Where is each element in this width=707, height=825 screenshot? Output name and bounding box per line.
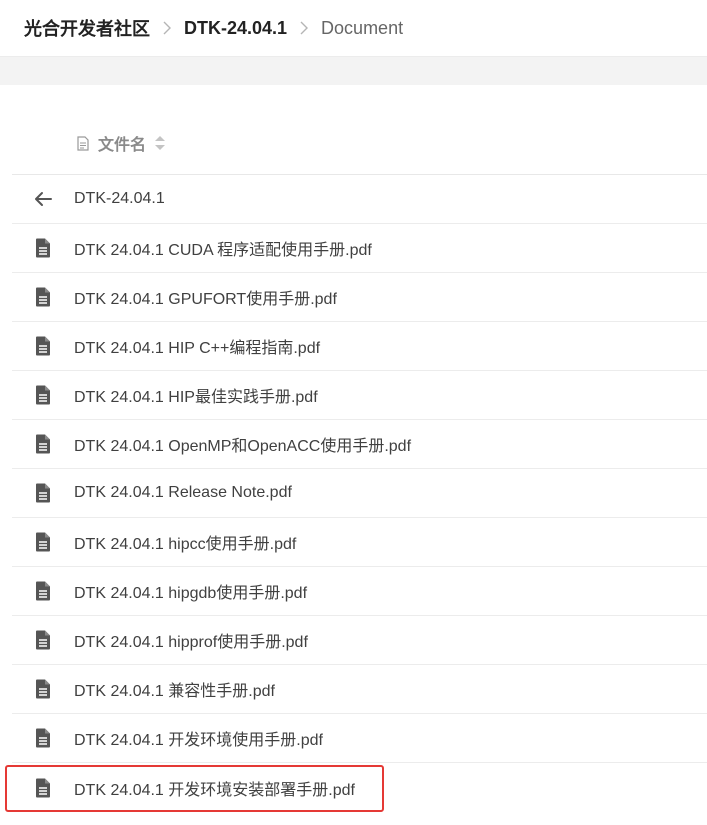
file-text-icon: [12, 581, 74, 601]
file-row[interactable]: DTK 24.04.1 hipprof使用手册.pdf: [12, 616, 707, 665]
file-list: 文件名 DTK-24.04.1 DTK 24.04.1 CUDA 程序适配使用手…: [12, 112, 707, 812]
breadcrumb-site-link[interactable]: 光合开发者社区: [24, 15, 150, 41]
file-row[interactable]: DTK 24.04.1 HIP C++编程指南.pdf: [12, 322, 707, 371]
file-text-icon: [12, 728, 74, 748]
file-row[interactable]: DTK 24.04.1 兼容性手册.pdf: [12, 665, 707, 714]
parent-folder-label[interactable]: DTK-24.04.1: [74, 190, 165, 208]
file-row[interactable]: DTK 24.04.1 开发环境使用手册.pdf: [12, 714, 707, 763]
file-row[interactable]: DTK 24.04.1 hipcc使用手册.pdf: [12, 518, 707, 567]
chevron-right-icon: [287, 19, 321, 37]
chevron-right-icon: [150, 19, 184, 37]
toolbar-band: [0, 56, 707, 85]
column-header-name[interactable]: 文件名: [12, 112, 707, 175]
file-row[interactable]: DTK 24.04.1 OpenMP和OpenACC使用手册.pdf: [12, 420, 707, 469]
sort-icon[interactable]: [154, 134, 166, 152]
breadcrumb: 光合开发者社区 DTK-24.04.1 Document: [0, 0, 707, 56]
file-text-icon: [12, 483, 74, 503]
file-name-link[interactable]: DTK 24.04.1 兼容性手册.pdf: [74, 677, 275, 701]
column-header-label: 文件名: [98, 137, 147, 154]
file-row[interactable]: DTK 24.04.1 Release Note.pdf: [12, 469, 707, 518]
file-name-link[interactable]: DTK 24.04.1 CUDA 程序适配使用手册.pdf: [74, 236, 372, 260]
file-row[interactable]: DTK 24.04.1 CUDA 程序适配使用手册.pdf: [12, 224, 707, 273]
file-name-link[interactable]: DTK 24.04.1 GPUFORT使用手册.pdf: [74, 285, 337, 309]
file-name-link[interactable]: DTK 24.04.1 hipcc使用手册.pdf: [74, 530, 296, 554]
arrow-left-icon[interactable]: [12, 191, 74, 207]
file-name-link[interactable]: DTK 24.04.1 OpenMP和OpenACC使用手册.pdf: [74, 432, 411, 456]
file-name-link[interactable]: DTK 24.04.1 开发环境使用手册.pdf: [74, 726, 323, 750]
file-name-link[interactable]: DTK 24.04.1 HIP C++编程指南.pdf: [74, 334, 320, 358]
file-row[interactable]: DTK 24.04.1 HIP最佳实践手册.pdf: [12, 371, 707, 420]
breadcrumb-folder-link[interactable]: DTK-24.04.1: [184, 18, 287, 39]
breadcrumb-current: Document: [321, 17, 404, 38]
file-row[interactable]: DTK 24.04.1 hipgdb使用手册.pdf: [12, 567, 707, 616]
file-text-icon: [12, 385, 74, 405]
file-text-icon: [12, 336, 74, 356]
document-icon: [76, 135, 90, 151]
parent-folder-row[interactable]: DTK-24.04.1: [12, 175, 707, 224]
file-name-link[interactable]: DTK 24.04.1 hipgdb使用手册.pdf: [74, 579, 307, 603]
file-text-icon: [12, 679, 74, 699]
file-name-link[interactable]: DTK 24.04.1 Release Note.pdf: [74, 484, 292, 502]
file-text-icon: [12, 630, 74, 650]
file-row[interactable]: DTK 24.04.1 开发环境安装部署手册.pdf: [12, 763, 707, 812]
file-text-icon: [12, 532, 74, 552]
file-row[interactable]: DTK 24.04.1 GPUFORT使用手册.pdf: [12, 273, 707, 322]
file-text-icon: [12, 287, 74, 307]
file-name-link[interactable]: DTK 24.04.1 HIP最佳实践手册.pdf: [74, 383, 318, 407]
file-text-icon: [12, 778, 74, 798]
file-text-icon: [12, 238, 74, 258]
file-name-link[interactable]: DTK 24.04.1 hipprof使用手册.pdf: [74, 628, 308, 652]
file-text-icon: [12, 434, 74, 454]
file-name-link[interactable]: DTK 24.04.1 开发环境安装部署手册.pdf: [74, 776, 355, 800]
